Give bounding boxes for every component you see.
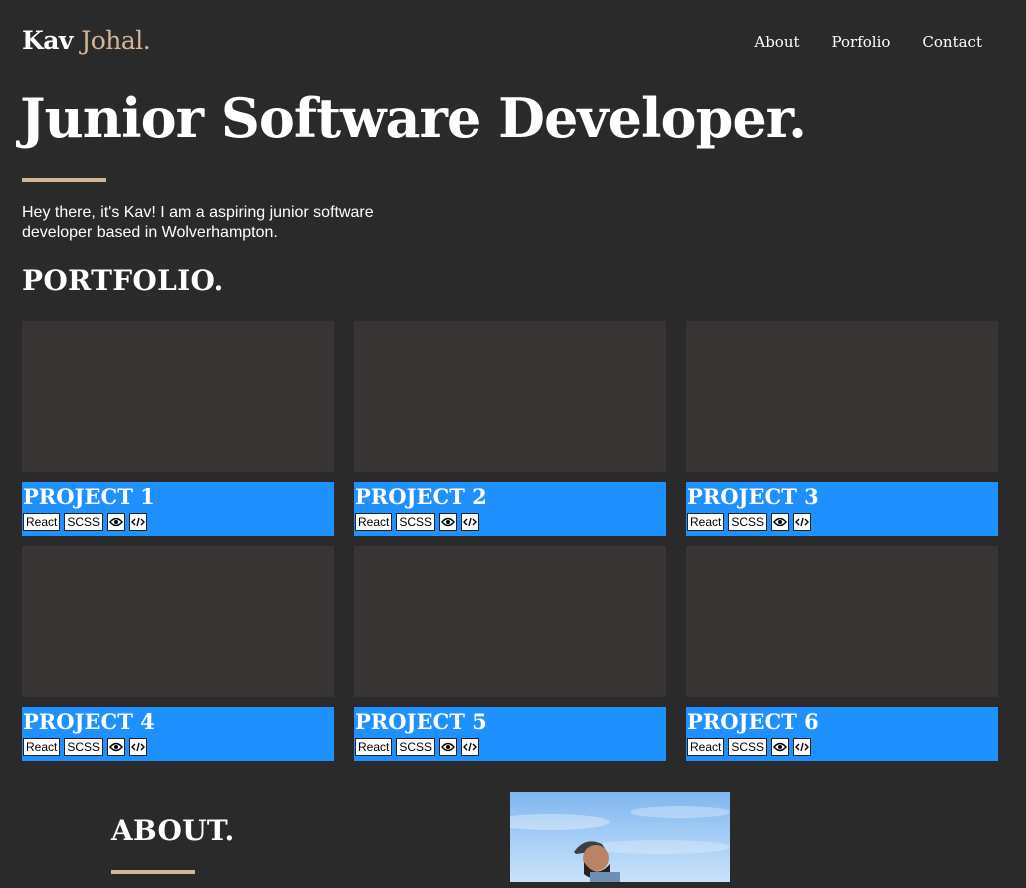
tag-react: React xyxy=(355,513,393,531)
main-nav: About Porfolio Contact xyxy=(754,33,982,51)
project-card[interactable]: PROJECT 6 React SCSS xyxy=(686,546,998,761)
project-info-band: PROJECT 3 React SCSS xyxy=(686,482,998,536)
tag-react: React xyxy=(23,513,61,531)
logo-last-name: Johal. xyxy=(81,26,151,55)
project-thumbnail[interactable] xyxy=(22,546,334,697)
tag-react: React xyxy=(23,738,61,756)
intro-text: Hey there, it's Kav! I am a aspiring jun… xyxy=(22,204,374,241)
project-thumbnail[interactable] xyxy=(686,321,998,472)
logo-first-name: Kav xyxy=(22,26,73,55)
project-thumbnail[interactable] xyxy=(686,546,998,697)
eye-icon[interactable] xyxy=(771,738,790,756)
project-title: PROJECT 2 xyxy=(355,484,487,509)
nav-link-portfolio[interactable]: Porfolio xyxy=(832,33,891,51)
project-card[interactable]: PROJECT 3 React SCSS xyxy=(686,321,998,536)
code-icon[interactable] xyxy=(461,738,480,756)
code-icon[interactable] xyxy=(461,513,480,531)
project-thumbnail[interactable] xyxy=(22,321,334,472)
project-tags: React SCSS xyxy=(687,513,812,531)
about-divider xyxy=(111,870,195,874)
project-card[interactable]: PROJECT 2 React SCSS xyxy=(354,321,666,536)
project-info-band: PROJECT 2 React SCSS xyxy=(354,482,666,536)
project-card[interactable]: PROJECT 5 React SCSS xyxy=(354,546,666,761)
tag-scss: SCSS xyxy=(728,513,768,531)
project-tags: React SCSS xyxy=(23,513,148,531)
site-logo[interactable]: Kav Johal. xyxy=(22,26,151,55)
tag-react: React xyxy=(687,738,725,756)
project-tags: React SCSS xyxy=(355,513,480,531)
project-title: PROJECT 1 xyxy=(23,484,155,509)
eye-icon[interactable] xyxy=(107,513,126,531)
hero-title: Junior Software Developer. xyxy=(20,86,807,150)
project-title: PROJECT 4 xyxy=(23,709,155,734)
eye-icon[interactable] xyxy=(107,738,126,756)
nav-link-contact[interactable]: Contact xyxy=(922,33,982,51)
eye-icon[interactable] xyxy=(439,738,458,756)
project-info-band: PROJECT 1 React SCSS xyxy=(22,482,334,536)
nav-link-about[interactable]: About xyxy=(754,33,799,51)
project-title: PROJECT 5 xyxy=(355,709,487,734)
portfolio-grid: PROJECT 1 React SCSS PROJECT 2 React SCS… xyxy=(22,321,998,761)
profile-photo xyxy=(510,792,730,882)
project-title: PROJECT 3 xyxy=(687,484,819,509)
project-tags: React SCSS xyxy=(687,738,812,756)
project-card[interactable]: PROJECT 4 React SCSS xyxy=(22,546,334,761)
code-icon[interactable] xyxy=(129,738,148,756)
code-icon[interactable] xyxy=(129,513,148,531)
profile-photo-illustration xyxy=(510,806,730,882)
tag-scss: SCSS xyxy=(728,738,768,756)
eye-icon[interactable] xyxy=(439,513,458,531)
project-card[interactable]: PROJECT 1 React SCSS xyxy=(22,321,334,536)
project-tags: React SCSS xyxy=(355,738,480,756)
tag-scss: SCSS xyxy=(64,513,104,531)
tag-react: React xyxy=(687,513,725,531)
tag-scss: SCSS xyxy=(396,513,436,531)
tag-scss: SCSS xyxy=(396,738,436,756)
code-icon[interactable] xyxy=(793,513,812,531)
project-title: PROJECT 6 xyxy=(687,709,819,734)
project-info-band: PROJECT 4 React SCSS xyxy=(22,707,334,761)
about-heading: ABOUT. xyxy=(111,814,235,847)
project-info-band: PROJECT 5 React SCSS xyxy=(354,707,666,761)
hero-divider xyxy=(22,178,106,182)
tag-scss: SCSS xyxy=(64,738,104,756)
portfolio-heading: PORTFOLIO. xyxy=(22,264,224,297)
tag-react: React xyxy=(355,738,393,756)
project-info-band: PROJECT 6 React SCSS xyxy=(686,707,998,761)
project-thumbnail[interactable] xyxy=(354,321,666,472)
project-tags: React SCSS xyxy=(23,738,148,756)
eye-icon[interactable] xyxy=(771,513,790,531)
code-icon[interactable] xyxy=(793,738,812,756)
project-thumbnail[interactable] xyxy=(354,546,666,697)
